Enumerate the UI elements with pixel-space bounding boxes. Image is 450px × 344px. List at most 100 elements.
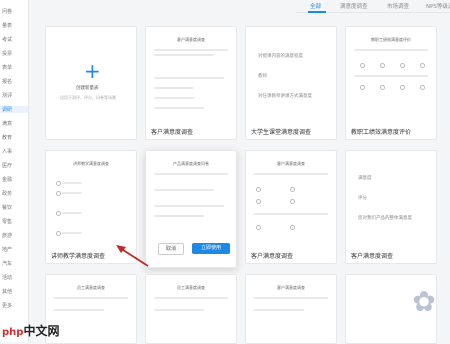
template-card[interactable]: 客户满意度调查 客户满意度调查 <box>245 150 337 264</box>
sidebar-item[interactable]: 报名 <box>2 78 12 85</box>
preview-line <box>154 297 228 299</box>
preview-title: 客户满意度调查 <box>177 37 205 42</box>
preview-line <box>54 297 128 299</box>
radio-icon <box>380 63 385 68</box>
preview-text: 对授课内容的满意程度 <box>258 54 303 59</box>
card-title: 大学生课堂满意度调查 <box>251 129 312 136</box>
radio-icon <box>400 63 405 68</box>
template-card[interactable]: 对授课内容的满意程度 教师 对任课教师讲课方式满意度 大学生课堂满意度调查 <box>245 26 337 140</box>
card-title: 客户满意度调查 <box>151 129 194 136</box>
preview-text: 满意度 <box>358 176 372 181</box>
sidebar-item[interactable]: 其他 <box>2 288 12 295</box>
sidebar-item[interactable]: 投票 <box>2 50 12 57</box>
radio-icon <box>256 187 261 192</box>
sidebar-item[interactable]: 活动 <box>2 274 12 281</box>
radio-icon <box>400 85 405 90</box>
preview-title: 讲师教学满意度调查 <box>73 161 109 166</box>
template-card[interactable]: 员工满意度调查 <box>145 274 237 344</box>
radio-icon <box>380 85 385 90</box>
preview-line <box>62 232 82 234</box>
card-title: 客户满意度调查 <box>351 253 394 260</box>
preview-line <box>254 173 328 175</box>
preview-line <box>254 297 328 299</box>
sidebar-item[interactable]: 旅游 <box>2 232 12 239</box>
sidebar-item-active[interactable]: 调研 <box>0 106 28 113</box>
tab-nps[interactable]: NPS等级调查 <box>426 2 450 10</box>
sidebar-item[interactable]: 量表 <box>2 22 12 29</box>
tab-market[interactable]: 市场调查 <box>387 2 409 10</box>
card-title: 教职工绩效满意度评价 <box>351 129 412 136</box>
sidebar-item[interactable]: 问卷 <box>2 8 12 15</box>
sidebar-item[interactable]: 零售 <box>2 218 12 225</box>
preview-line <box>62 182 82 184</box>
radio-icon <box>56 231 61 236</box>
sidebar-item[interactable]: 更多 <box>2 302 12 309</box>
sidebar-item[interactable]: 人事 <box>2 148 12 155</box>
sidebar-item[interactable]: 汽车 <box>2 260 12 267</box>
preview-line <box>54 309 104 311</box>
use-now-button[interactable]: 立即使用 <box>192 243 230 254</box>
preview-line <box>154 309 204 311</box>
template-card[interactable]: 客户满意度调查 <box>245 274 337 344</box>
template-card[interactable]: 讲师教学满意度调查 讲师教学满意度调查 <box>45 150 137 264</box>
preview-text: 教师 <box>258 74 267 79</box>
preview-text: 您对我们产品的整体满意度 <box>358 216 412 221</box>
preview-line <box>254 309 304 311</box>
preview-line <box>154 49 228 51</box>
tab-indicator <box>308 11 326 13</box>
template-card[interactable]: 教职工绩效满意度评价 教职工绩效满意度评价 <box>345 26 437 140</box>
preview-line <box>62 192 82 194</box>
sidebar-item[interactable]: 金融 <box>2 176 12 183</box>
radio-icon <box>290 187 295 192</box>
sidebar-item[interactable]: 考试 <box>2 36 12 43</box>
watermark-icon: ✿ <box>412 285 436 318</box>
preview-line <box>154 173 228 175</box>
sidebar-item[interactable]: 测评 <box>2 92 12 99</box>
sidebar-item[interactable]: 地产 <box>2 246 12 253</box>
card-title: 客户满意度调查 <box>251 253 294 260</box>
template-card[interactable]: 客户满意度调查 客户满意度调查 <box>145 26 237 140</box>
preview-line <box>154 205 224 207</box>
preview-line <box>154 215 204 217</box>
logo-text: 中文网 <box>23 324 60 338</box>
preview-title: 员工满意度调查 <box>77 285 105 290</box>
card-title: 讲师教学满意度调查 <box>51 253 106 260</box>
preview-line <box>154 77 224 79</box>
sidebar-item[interactable]: 政务 <box>2 190 12 197</box>
sidebar-item[interactable]: 餐饮 <box>2 204 12 211</box>
site-logo: php中文网 <box>2 322 59 339</box>
preview-line <box>254 213 328 215</box>
preview-line <box>154 107 204 109</box>
tab-satisfaction[interactable]: 满意度调查 <box>340 2 368 10</box>
sidebar-item[interactable]: 满意 <box>2 120 12 127</box>
preview-line <box>354 75 428 77</box>
tab-all[interactable]: 全部 <box>310 2 321 10</box>
preview-title: 客户满意度调查 <box>277 285 305 290</box>
sidebar-item[interactable]: 教育 <box>2 134 12 141</box>
radio-icon <box>56 191 61 196</box>
sidebar-item[interactable]: 表单 <box>2 64 12 71</box>
radio-icon <box>256 199 261 204</box>
preview-line <box>154 189 214 191</box>
create-template-card[interactable]: + 创建新量表 适用于测评、评分、问卷等场景 <box>45 26 137 140</box>
radio-icon <box>256 225 261 230</box>
template-card-hovered[interactable]: 产品满意度调查问卷 取消 立即使用 <box>145 150 237 268</box>
sidebar-item[interactable]: 医疗 <box>2 162 12 169</box>
preview-title: 员工满意度调查 <box>177 285 205 290</box>
preview-title: 客户满意度调查 <box>277 161 305 166</box>
radio-icon <box>290 199 295 204</box>
preview-line <box>154 54 214 56</box>
plus-icon: + <box>84 59 101 83</box>
radio-icon <box>56 181 61 186</box>
preview-text: 评分 <box>358 196 367 201</box>
radio-icon <box>420 85 425 90</box>
template-card[interactable]: 满意度 评分 您对我们产品的整体满意度 客户满意度调查 <box>345 150 437 264</box>
logo-prefix: php <box>2 327 24 338</box>
preview-title: 产品满意度调查问卷 <box>173 161 209 166</box>
cancel-button[interactable]: 取消 <box>158 243 184 255</box>
preview-line <box>354 49 428 51</box>
preview-line <box>154 87 194 89</box>
preview-title: 教职工绩效满意度评价 <box>371 37 411 42</box>
radio-icon <box>56 211 61 216</box>
radio-icon <box>360 63 365 68</box>
